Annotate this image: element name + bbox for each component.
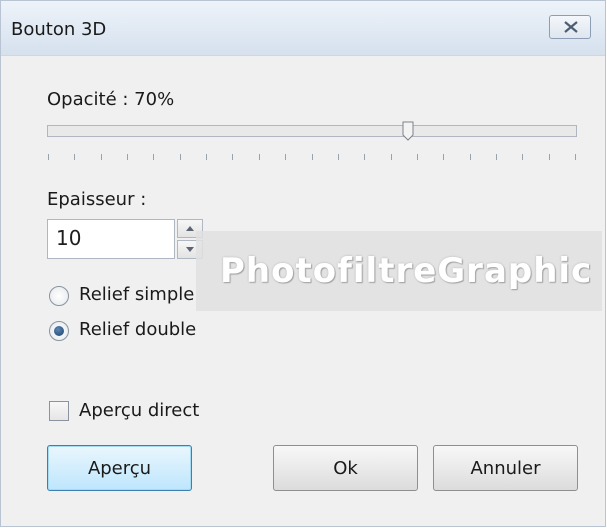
thickness-input[interactable]: 10	[47, 219, 175, 259]
slider-tick	[100, 154, 102, 160]
relief-double-label[interactable]: Relief double	[79, 319, 196, 340]
relief-double-radio[interactable]	[49, 321, 69, 341]
opacity-slider-ticks	[48, 154, 576, 164]
slider-tick	[74, 154, 76, 160]
slider-tick	[548, 154, 550, 160]
watermark-text: PhotofiltreGraphic	[220, 251, 593, 291]
chevron-up-icon	[186, 226, 194, 231]
window-title: Bouton 3D	[11, 19, 107, 40]
slider-tick	[522, 154, 524, 160]
slider-tick	[575, 154, 576, 160]
relief-simple-label[interactable]: Relief simple	[79, 284, 194, 305]
watermark: PhotofiltreGraphic	[196, 231, 602, 311]
slider-tick	[311, 154, 313, 160]
slider-tick	[469, 154, 471, 160]
slider-tick	[153, 154, 155, 160]
close-button[interactable]	[549, 15, 591, 39]
opacity-slider-track[interactable]	[47, 125, 577, 137]
slider-tick	[337, 154, 339, 160]
slider-tick	[127, 154, 129, 160]
preview-button[interactable]: Aperçu	[47, 445, 192, 491]
opacity-slider-thumb[interactable]	[402, 121, 414, 141]
close-icon	[564, 21, 578, 33]
opacity-label: Opacité : 70%	[47, 89, 175, 110]
ok-button[interactable]: Ok	[273, 445, 418, 491]
slider-tick	[285, 154, 287, 160]
slider-tick	[206, 154, 208, 160]
radio-selected-dot	[54, 326, 64, 336]
slider-tick	[258, 154, 260, 160]
slider-tick	[416, 154, 418, 160]
slider-tick	[179, 154, 181, 160]
slider-tick	[495, 154, 497, 160]
slider-tick	[390, 154, 392, 160]
slider-tick	[443, 154, 445, 160]
cancel-button[interactable]: Annuler	[433, 445, 578, 491]
thickness-label: Epaisseur :	[47, 189, 147, 210]
slider-tick	[364, 154, 366, 160]
title-bar[interactable]: Bouton 3D	[1, 1, 605, 56]
relief-simple-radio[interactable]	[49, 286, 69, 306]
bouton-3d-dialog: Bouton 3D Opacité : 70% Epaisseur : 10 P…	[0, 0, 606, 527]
preview-direct-checkbox[interactable]	[49, 401, 69, 421]
slider-tick	[232, 154, 234, 160]
preview-direct-label[interactable]: Aperçu direct	[79, 400, 199, 421]
chevron-down-icon	[186, 247, 194, 252]
slider-tick	[48, 154, 49, 160]
